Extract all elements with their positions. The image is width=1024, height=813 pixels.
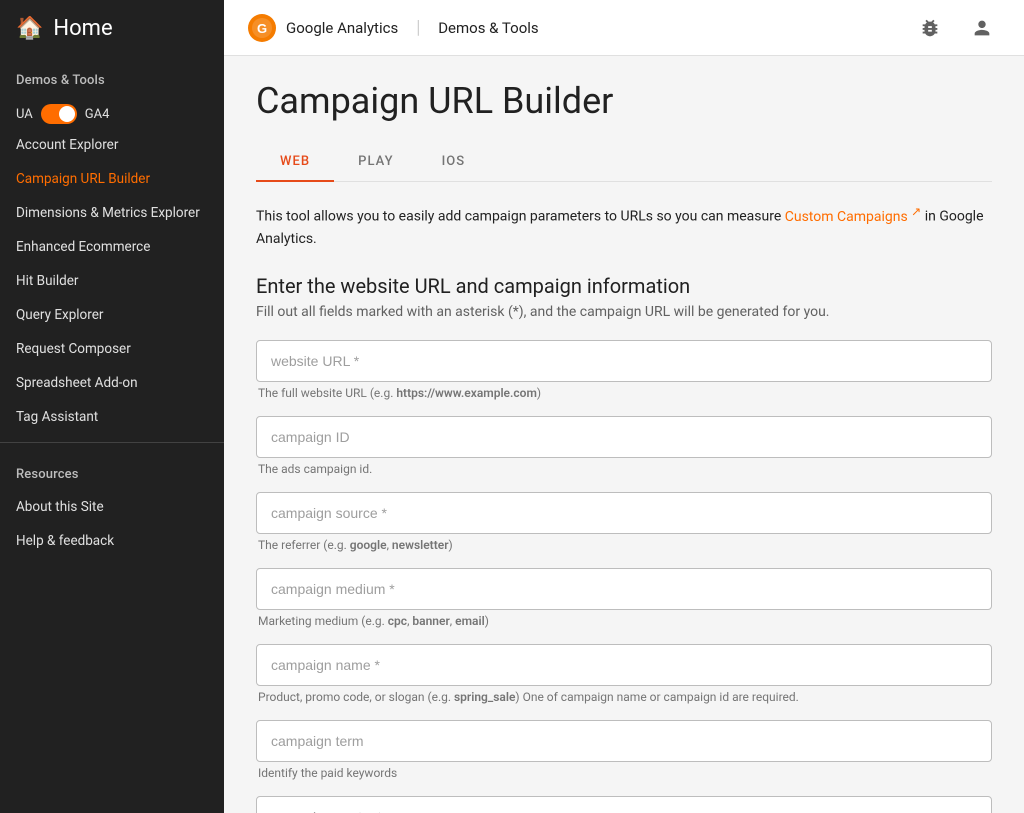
header-brand-name: Google Analytics (286, 19, 398, 37)
campaign-content-field: Use to differentiate ads (256, 796, 992, 813)
campaign-content-input[interactable] (256, 796, 992, 813)
header-divider: | (416, 17, 420, 38)
website-url-hint: The full website URL (e.g. https://www.e… (256, 386, 992, 400)
sidebar-item-tag-assistant[interactable]: Tag Assistant (0, 400, 224, 434)
campaign-term-field: Identify the paid keywords (256, 720, 992, 780)
campaign-source-hint: The referrer (e.g. google, newsletter) (256, 538, 992, 552)
campaign-source-field: The referrer (e.g. google, newsletter) (256, 492, 992, 552)
campaign-id-input[interactable] (256, 416, 992, 458)
website-url-field: The full website URL (e.g. https://www.e… (256, 340, 992, 400)
campaign-source-input[interactable] (256, 492, 992, 534)
campaign-medium-hint: Marketing medium (e.g. cpc, banner, emai… (256, 614, 992, 628)
campaign-name-input[interactable] (256, 644, 992, 686)
page-title: Campaign URL Builder (256, 80, 992, 122)
home-icon: 🏠 (16, 16, 43, 41)
svg-text:G: G (257, 21, 267, 36)
tab-ios[interactable]: IOS (418, 142, 490, 181)
ua-label: UA (16, 107, 33, 122)
home-label: Home (53, 16, 112, 41)
main-content: G Google Analytics | Demos & Tools Campa… (224, 0, 1024, 813)
ga-logo: G (248, 14, 276, 42)
tool-description: This tool allows you to easily add campa… (256, 202, 992, 250)
website-url-input[interactable] (256, 340, 992, 382)
campaign-id-hint: The ads campaign id. (256, 462, 992, 476)
content-area: Campaign URL Builder WEB PLAY IOS This t… (224, 56, 1024, 813)
sidebar-item-request-composer[interactable]: Request Composer (0, 332, 224, 366)
bug-icon (919, 17, 941, 39)
sidebar: 🏠 Home Demos & Tools UA GA4 Account Expl… (0, 0, 224, 813)
sidebar-item-campaign-url-builder[interactable]: Campaign URL Builder (0, 162, 224, 196)
campaign-name-hint: Product, promo code, or slogan (e.g. spr… (256, 690, 992, 704)
ua-ga4-toggle[interactable] (41, 104, 77, 124)
sidebar-item-query-explorer[interactable]: Query Explorer (0, 298, 224, 332)
custom-campaigns-link[interactable]: Custom Campaigns ↗ (785, 209, 921, 225)
person-icon (971, 17, 993, 39)
sidebar-divider (0, 442, 224, 443)
campaign-term-input[interactable] (256, 720, 992, 762)
home-link[interactable]: 🏠 Home (0, 0, 224, 57)
tab-play[interactable]: PLAY (334, 142, 417, 181)
sidebar-item-hit-builder[interactable]: Hit Builder (0, 264, 224, 298)
description-text-start: This tool allows you to easily add campa… (256, 209, 785, 225)
external-link-icon: ↗ (911, 204, 921, 218)
header-site-name: Demos & Tools (438, 19, 538, 37)
campaign-name-field: Product, promo code, or slogan (e.g. spr… (256, 644, 992, 704)
header-icons (912, 10, 1000, 46)
resources-section-title: Resources (0, 451, 224, 490)
form-section-subtitle: Fill out all fields marked with an aster… (256, 304, 992, 320)
campaign-term-hint: Identify the paid keywords (256, 766, 992, 780)
tab-bar: WEB PLAY IOS (256, 142, 992, 182)
sidebar-item-spreadsheet-add-on[interactable]: Spreadsheet Add-on (0, 366, 224, 400)
ua-ga4-toggle-row: UA GA4 (0, 96, 224, 128)
user-account-button[interactable] (964, 10, 1000, 46)
demos-tools-section-title: Demos & Tools (0, 57, 224, 96)
campaign-id-field: The ads campaign id. (256, 416, 992, 476)
tab-web[interactable]: WEB (256, 142, 334, 181)
sidebar-item-enhanced-ecommerce[interactable]: Enhanced Ecommerce (0, 230, 224, 264)
bug-report-button[interactable] (912, 10, 948, 46)
campaign-medium-field: Marketing medium (e.g. cpc, banner, emai… (256, 568, 992, 628)
sidebar-item-dimensions-metrics[interactable]: Dimensions & Metrics Explorer (0, 196, 224, 230)
form-section-title: Enter the website URL and campaign infor… (256, 274, 992, 298)
header: G Google Analytics | Demos & Tools (224, 0, 1024, 56)
campaign-medium-input[interactable] (256, 568, 992, 610)
sidebar-item-account-explorer[interactable]: Account Explorer (0, 128, 224, 162)
sidebar-item-help[interactable]: Help & feedback (0, 524, 224, 558)
ga4-label: GA4 (85, 107, 110, 122)
header-logo: G Google Analytics | Demos & Tools (248, 14, 912, 42)
sidebar-item-about[interactable]: About this Site (0, 490, 224, 524)
